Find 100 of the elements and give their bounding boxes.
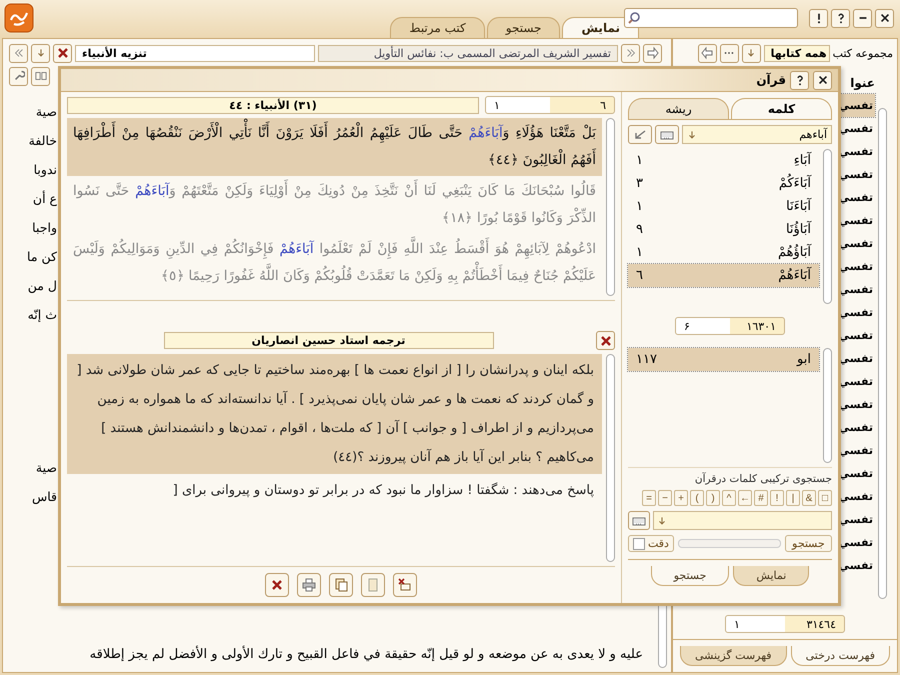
title-list-item[interactable]: تفسي [836, 186, 875, 209]
document-text-line: ع أن [32, 190, 57, 208]
operator-button[interactable]: ! [770, 490, 784, 506]
document-text-line: ندوبا [32, 161, 57, 179]
scrollbar[interactable] [606, 118, 615, 296]
left-arrow-icon [700, 46, 714, 60]
back-button[interactable] [698, 44, 717, 62]
search-mode-tab[interactable]: کلمه [731, 98, 832, 119]
titles-heading: عنوا [850, 76, 875, 90]
minimize-button[interactable] [853, 8, 872, 28]
title-list-item[interactable]: تفسي [836, 370, 875, 393]
verse-location-field: (٣١) الأنبیاء : ٤٤ [67, 96, 479, 114]
title-list-item[interactable]: تفسي [836, 278, 875, 301]
scrollbar[interactable] [823, 149, 832, 304]
title-list-item[interactable]: تفسي [836, 508, 875, 531]
panel-tab[interactable]: جستجو [650, 566, 730, 586]
wrench-icon [12, 70, 24, 82]
help-button[interactable] [831, 8, 850, 28]
operator-button[interactable]: □ [818, 490, 832, 506]
title-list-item[interactable]: تفسي [836, 531, 875, 554]
word-list-item[interactable]: آبَاؤُهُمْ ١ [628, 241, 819, 264]
operator-button[interactable]: # [754, 490, 768, 506]
main-tab[interactable]: نمایش [562, 17, 639, 38]
title-list-item[interactable]: تفسي [836, 140, 875, 163]
more-button[interactable] [720, 44, 739, 62]
copy-button[interactable] [329, 573, 353, 597]
total-pages: ٦ [599, 98, 607, 112]
operator-button[interactable]: = [642, 490, 656, 506]
document-text-line: صية [34, 459, 57, 477]
document-text-line: كن ما [26, 248, 57, 266]
title-list-item[interactable]: تفسي [836, 209, 875, 232]
operator-button[interactable]: ^ [722, 490, 736, 506]
scrollbar[interactable] [606, 354, 615, 562]
scrollbar[interactable] [823, 348, 832, 463]
word-list-item[interactable]: آبَاؤُنَا ٩ [628, 218, 819, 241]
panel-tab[interactable]: نمایش [733, 566, 810, 586]
panel-tab[interactable]: فهرست درختی [790, 646, 890, 666]
title-list-item[interactable]: تفسي [836, 324, 875, 347]
dropdown-button[interactable] [742, 44, 761, 62]
copy-icon [334, 578, 348, 592]
close-button[interactable] [875, 8, 894, 28]
word-count: ٦ [636, 268, 643, 283]
title-list-item[interactable]: تفسي [836, 163, 875, 186]
keyboard-button[interactable] [655, 125, 679, 144]
keyboard-button[interactable] [628, 511, 650, 530]
search-button[interactable]: جستجو [785, 535, 832, 552]
title-list-item[interactable]: تفسي [836, 255, 875, 278]
title-list-item[interactable]: تفسي [836, 439, 875, 462]
main-tab[interactable]: جستجو [486, 17, 560, 38]
help-button[interactable] [790, 70, 809, 90]
insert-button[interactable] [628, 125, 652, 144]
alert-button[interactable] [809, 8, 828, 28]
operator-button[interactable]: − [658, 490, 672, 506]
operator-button[interactable]: | [786, 490, 800, 506]
collection-dropdown[interactable]: همه کتابها [764, 44, 830, 62]
back-button[interactable] [9, 44, 28, 62]
word-list-item[interactable]: آبَاءِ ١ [628, 149, 819, 172]
title-list-item[interactable]: تفسي [836, 554, 875, 577]
title-list-item[interactable]: تفسي [836, 347, 875, 370]
main-tab[interactable]: کتب مرتبط [390, 17, 485, 38]
search-mode-tab[interactable]: ریشه [628, 98, 729, 119]
split-view-icon [34, 70, 46, 82]
tools-button[interactable] [9, 66, 28, 86]
scrollbar[interactable] [878, 108, 887, 599]
collection-label: مجموعه کتب [832, 46, 893, 60]
next-button[interactable] [643, 44, 662, 62]
operator-button[interactable]: + [674, 490, 688, 506]
word-search-field[interactable]: آباءهم [682, 125, 832, 144]
forward-button[interactable] [621, 44, 640, 62]
search-field[interactable] [624, 8, 798, 28]
operator-button[interactable]: & [802, 490, 816, 506]
exact-checkbox[interactable]: دقت [628, 535, 674, 552]
word-list-item[interactable]: آبَاءَكُمْ ٣ [628, 172, 819, 195]
title-list-item[interactable]: تفسي [836, 232, 875, 255]
close-button[interactable] [813, 70, 832, 90]
title-list-item[interactable]: تفسي [836, 301, 875, 324]
panel-tab[interactable]: فهرست گزینشی [680, 646, 787, 666]
operator-button[interactable]: ( [690, 490, 704, 506]
title-list-item[interactable]: تفسي [836, 117, 875, 140]
word-list-item[interactable]: آبَاءَهُمْ ٦ [628, 264, 819, 287]
operator-button[interactable]: ← [738, 490, 752, 506]
page-button[interactable] [361, 573, 385, 597]
root-list-item[interactable]: ابو ١١٧ [628, 348, 819, 371]
close-translation-button[interactable] [596, 331, 615, 350]
document-text-line: صية [34, 103, 57, 121]
close-button[interactable] [265, 573, 289, 597]
combined-search-field[interactable] [653, 511, 832, 530]
title-list-item[interactable]: تفسي [836, 462, 875, 485]
book-title-field: تفسیر الشریف المرتضی المسمی ب: نفائس التأویل [318, 44, 618, 62]
title-list-item[interactable]: تفسي [836, 485, 875, 508]
download-button[interactable] [31, 44, 50, 62]
operator-button[interactable]: ) [706, 490, 720, 506]
remove-button[interactable] [393, 573, 417, 597]
word-count: ١١٧ [636, 352, 657, 367]
word-list-item[interactable]: آبَاءَنَا ١ [628, 195, 819, 218]
layout-button[interactable] [31, 66, 50, 86]
close-section-button[interactable] [53, 44, 72, 62]
title-list-item[interactable]: تفسي [836, 416, 875, 439]
title-list-item[interactable]: تفسي [836, 393, 875, 416]
print-button[interactable] [297, 573, 321, 597]
